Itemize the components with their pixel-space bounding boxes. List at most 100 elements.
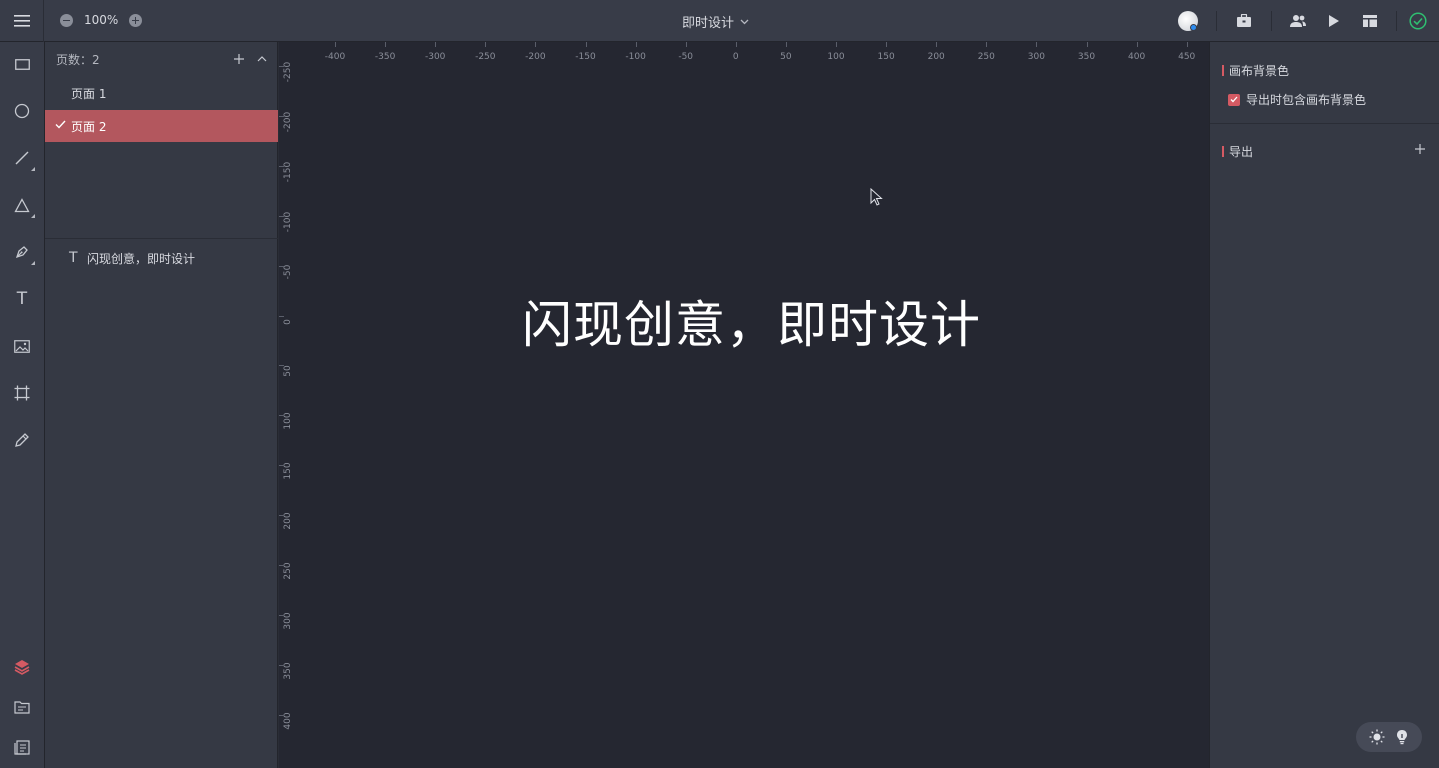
- add-page-button[interactable]: [231, 51, 247, 67]
- design-canvas[interactable]: -400 -350 -300 -250 -200 -150 -100 -50 0 50 100 150…: [279, 42, 1209, 768]
- ruler-tick-label: 150: [877, 52, 895, 62]
- save-status-button[interactable]: [1408, 11, 1428, 31]
- theme-toggle-button[interactable]: [1368, 728, 1386, 746]
- layer-label: 闪现创意，即时设计: [87, 251, 196, 266]
- ruler-tick-mark: [279, 66, 284, 67]
- layout-icon: [1363, 15, 1377, 27]
- pencil-icon: [15, 433, 29, 447]
- divider: [1271, 11, 1272, 31]
- page-item-active[interactable]: 页面 2: [45, 110, 278, 142]
- chevron-up-icon: [257, 56, 267, 62]
- ruler-tick-label: 50: [780, 52, 792, 62]
- assets-tab[interactable]: [8, 693, 36, 721]
- export-background-checkbox[interactable]: [1228, 93, 1240, 106]
- ruler-tick-mark: [279, 565, 284, 566]
- document-title[interactable]: 即时设计: [682, 12, 749, 31]
- layers-tab[interactable]: [8, 653, 36, 681]
- page-label: 页面 1: [71, 86, 107, 101]
- page-item[interactable]: 页面 1: [45, 77, 278, 109]
- export-background-option[interactable]: 导出时包含画布背景色: [1228, 91, 1366, 108]
- ruler-tick-label: 300: [1027, 52, 1045, 62]
- components-tab[interactable]: [8, 733, 36, 761]
- zoom-in-button[interactable]: [129, 14, 142, 27]
- document-title-text: 即时设计: [682, 16, 735, 31]
- ruler-tick-mark: [279, 165, 284, 167]
- ruler-tick-mark: [936, 42, 938, 47]
- section-title: 画布背景色: [1229, 64, 1290, 78]
- polygon-tool[interactable]: [8, 191, 36, 219]
- online-status-dot: [1190, 24, 1197, 31]
- ruler-tick-mark: [635, 42, 637, 47]
- preview-button[interactable]: [1324, 11, 1344, 31]
- add-export-button[interactable]: [1412, 141, 1428, 157]
- frame-icon: [14, 385, 30, 401]
- submenu-corner-icon: [31, 261, 35, 265]
- ruler-tick-mark: [836, 42, 837, 47]
- image-tool[interactable]: [8, 332, 36, 360]
- ruler-tick-label: 50: [283, 365, 293, 378]
- ruler-tick-mark: [279, 265, 284, 267]
- ruler-tick-mark: [1136, 42, 1138, 47]
- collaborators-button[interactable]: [1288, 11, 1308, 31]
- ruler-tick-label: -50: [283, 264, 293, 279]
- ruler-tick-mark: [1186, 42, 1188, 47]
- ruler-tick-mark: [279, 115, 284, 117]
- ruler-tick-label: 100: [827, 52, 845, 62]
- image-icon: [14, 339, 30, 353]
- hamburger-icon: [13, 15, 30, 27]
- line-icon: [15, 151, 29, 165]
- divider: [1216, 11, 1217, 31]
- ruler-tick-label: 350: [283, 662, 293, 680]
- pen-tool[interactable]: [8, 238, 36, 266]
- collapse-pages-button[interactable]: [254, 51, 270, 67]
- main-menu-button[interactable]: [0, 0, 44, 42]
- top-bar: 100% 即时设计: [0, 0, 1439, 42]
- line-tool[interactable]: [8, 144, 36, 172]
- ruler-tick-mark: [385, 42, 387, 47]
- check-icon: [55, 120, 66, 129]
- text-layer-icon: T: [69, 250, 78, 266]
- ruler-tick-mark: [435, 42, 437, 47]
- text-icon: T: [16, 289, 28, 309]
- canvas-text-layer[interactable]: 闪现创意，即时设计: [522, 285, 981, 357]
- ruler-tick-mark: [1086, 42, 1088, 47]
- check-icon: [1230, 96, 1238, 103]
- ruler-tick-label: 150: [283, 462, 293, 480]
- ruler-tick-label: -250: [475, 52, 496, 62]
- ruler-tick-label: 300: [283, 612, 293, 630]
- zoom-level[interactable]: 100%: [84, 13, 118, 27]
- layout-button[interactable]: [1360, 11, 1380, 31]
- ruler-tick-label: -200: [525, 52, 546, 62]
- ruler-tick-label: -350: [374, 52, 396, 62]
- ruler-tick-label: 0: [732, 52, 739, 62]
- pencil-tool[interactable]: [8, 426, 36, 454]
- vertical-ruler: -250 -200 -150 -100 -50 0 50 100 150 200 250 300 350…: [279, 62, 301, 768]
- theme-help-pill: [1356, 722, 1422, 752]
- ruler-tick-mark: [279, 465, 284, 467]
- toolbox-icon: [1237, 14, 1251, 27]
- submenu-corner-icon: [31, 214, 35, 218]
- help-button[interactable]: [1393, 728, 1411, 746]
- export-section: 导出: [1222, 143, 1253, 160]
- ruler-tick-label: -200: [283, 111, 293, 133]
- folder-icon: [14, 701, 30, 714]
- text-tool[interactable]: T: [8, 285, 36, 313]
- rectangle-icon: [14, 58, 30, 70]
- ruler-tick-label: -300: [424, 52, 446, 62]
- zoom-out-button[interactable]: [60, 14, 73, 27]
- pages-count: 页数：2: [56, 52, 100, 67]
- section-title: 导出: [1229, 145, 1254, 159]
- ruler-tick-label: -250: [283, 61, 293, 83]
- lightbulb-icon: [1396, 730, 1407, 745]
- layer-item[interactable]: T 闪现创意，即时设计: [45, 242, 278, 274]
- ruler-tick-mark: [735, 42, 737, 47]
- rectangle-tool[interactable]: [8, 50, 36, 78]
- ruler-tick-label: 450: [1178, 52, 1196, 62]
- toolbox-button[interactable]: [1234, 11, 1254, 31]
- ellipse-tool[interactable]: [8, 97, 36, 125]
- ruler-tick-mark: [279, 315, 284, 317]
- frame-tool[interactable]: [8, 379, 36, 407]
- ruler-tick-mark: [335, 42, 336, 47]
- ruler-tick-mark: [279, 614, 284, 616]
- ruler-tick-mark: [279, 664, 284, 666]
